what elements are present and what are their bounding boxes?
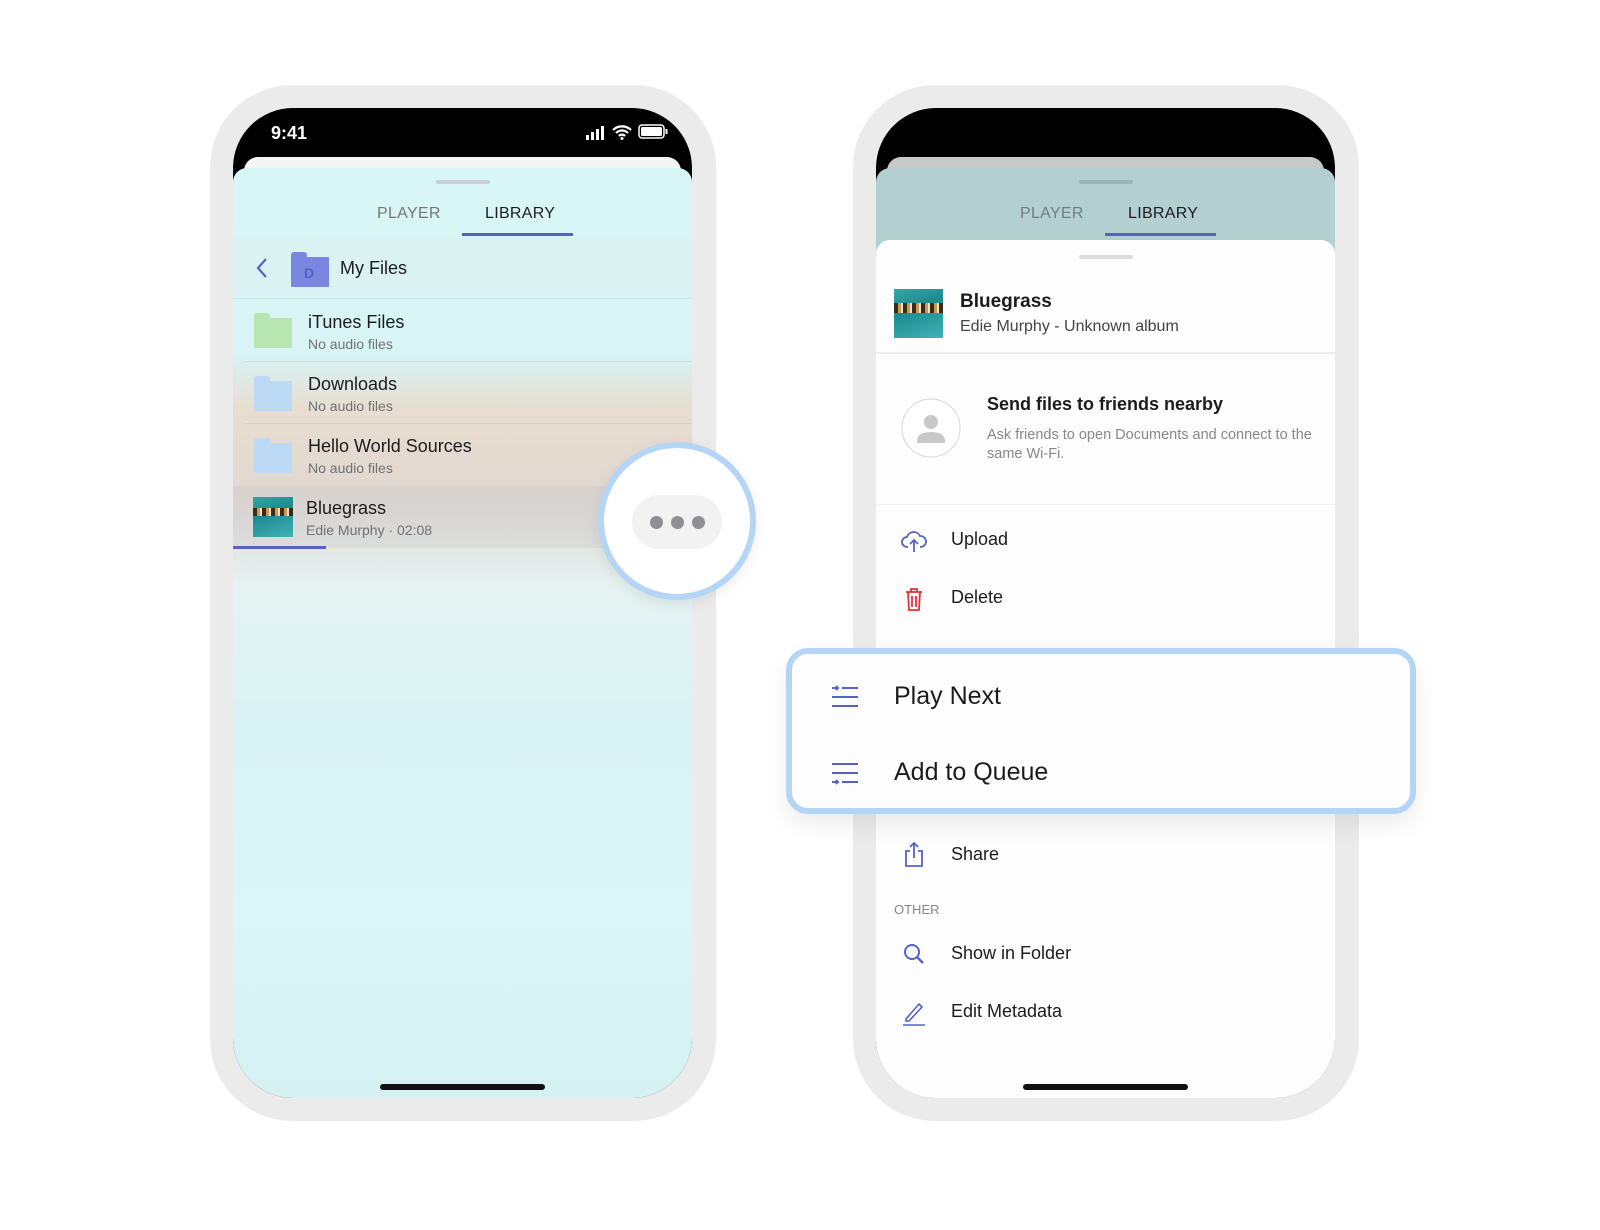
item-title: Downloads bbox=[308, 374, 398, 394]
track-subtitle: Edie Murphy - Unknown album bbox=[960, 318, 1179, 335]
upload-label: Upload bbox=[951, 529, 1009, 549]
play-next-label: Play Next bbox=[894, 682, 1001, 710]
battery-icon bbox=[638, 124, 668, 139]
more-horizontal-icon[interactable] bbox=[632, 495, 722, 549]
delete-action[interactable]: Delete bbox=[876, 573, 1335, 625]
person-icon bbox=[901, 398, 961, 458]
trash-icon bbox=[906, 588, 922, 611]
item-subtitle: No audio files bbox=[308, 336, 393, 352]
tab-library[interactable]: LIBRARY bbox=[1128, 205, 1198, 223]
share-icon bbox=[905, 841, 923, 867]
chevron-left-icon[interactable] bbox=[255, 256, 269, 280]
signal-icon bbox=[586, 126, 604, 140]
wifi-icon bbox=[612, 125, 632, 140]
list-item-itunes-files[interactable]: iTunes Files No audio files bbox=[233, 299, 692, 361]
pencil-icon bbox=[903, 1002, 925, 1026]
item-subtitle: No audio files bbox=[308, 398, 393, 414]
right-screen: PLAYER LIBRARY Bluegrass Edie Murphy - U… bbox=[876, 108, 1335, 1098]
status-time: 9:41 bbox=[271, 123, 308, 143]
upload-action[interactable]: Upload bbox=[876, 515, 1335, 567]
add-to-queue-label: Add to Queue bbox=[894, 758, 1049, 786]
my-files-folder-icon: D bbox=[291, 252, 329, 287]
left-phone: 9:41 PLAYER LIBRARY D My Files iTunes Fi… bbox=[210, 85, 716, 1121]
add-to-queue-icon bbox=[832, 763, 858, 785]
add-to-queue-action[interactable]: Add to Queue bbox=[792, 740, 1410, 810]
tab-active-indicator bbox=[462, 233, 573, 236]
show-in-folder-action[interactable]: Show in Folder bbox=[876, 929, 1335, 981]
album-art bbox=[253, 497, 293, 537]
item-subtitle: Edie Murphy · 02:08 bbox=[306, 522, 433, 538]
folder-blue-icon bbox=[254, 438, 292, 473]
play-next-icon bbox=[832, 685, 858, 707]
track-title: Bluegrass bbox=[960, 291, 1052, 312]
tab-player[interactable]: PLAYER bbox=[377, 205, 441, 223]
more-button-callout bbox=[598, 442, 756, 600]
item-title: iTunes Files bbox=[308, 312, 405, 332]
item-title: Bluegrass bbox=[306, 498, 387, 518]
list-item-downloads[interactable]: Downloads No audio files bbox=[233, 362, 692, 424]
edit-metadata-label: Edit Metadata bbox=[951, 1001, 1063, 1021]
folder-blue-icon bbox=[254, 376, 292, 411]
right-phone: PLAYER LIBRARY Bluegrass Edie Murphy - U… bbox=[853, 85, 1359, 1121]
highlighted-queue-actions: Play Next Add to Queue bbox=[786, 648, 1416, 814]
show-in-folder-label: Show in Folder bbox=[951, 943, 1072, 963]
nearby-sharing[interactable]: Send files to friends nearby Ask friends… bbox=[876, 354, 1335, 504]
delete-label: Delete bbox=[951, 587, 1004, 607]
folder-title: My Files bbox=[340, 258, 407, 278]
sheet-grabber[interactable] bbox=[435, 180, 490, 184]
playback-progress bbox=[233, 546, 326, 549]
section-header-other: OTHER bbox=[894, 902, 940, 917]
tab-library[interactable]: LIBRARY bbox=[485, 205, 555, 223]
item-title: Hello World Sources bbox=[308, 436, 472, 456]
nearby-description: Ask friends to open Documents and connec… bbox=[987, 427, 1312, 462]
item-subtitle: No audio files bbox=[308, 460, 393, 476]
left-screen: 9:41 PLAYER LIBRARY D My Files iTunes Fi… bbox=[233, 108, 692, 1098]
share-label: Share bbox=[951, 844, 1000, 864]
home-indicator bbox=[380, 1084, 545, 1090]
folder-header: D My Files bbox=[233, 238, 692, 298]
share-action[interactable]: Share bbox=[876, 830, 1335, 882]
search-icon bbox=[904, 944, 924, 964]
home-indicator bbox=[1023, 1084, 1188, 1090]
sheet-grabber[interactable] bbox=[1078, 255, 1133, 259]
play-next-action[interactable]: Play Next bbox=[792, 662, 1410, 732]
album-art bbox=[894, 289, 943, 338]
tab-player[interactable]: PLAYER bbox=[1020, 205, 1084, 223]
nearby-title: Send files to friends nearby bbox=[987, 394, 1224, 414]
folder-green-icon bbox=[254, 313, 292, 348]
edit-metadata-action[interactable]: Edit Metadata bbox=[876, 987, 1335, 1039]
cloud-upload-icon bbox=[901, 531, 927, 552]
tab-active-indicator bbox=[1105, 233, 1216, 236]
library-sheet: PLAYER LIBRARY D My Files iTunes Files N… bbox=[233, 168, 692, 1098]
